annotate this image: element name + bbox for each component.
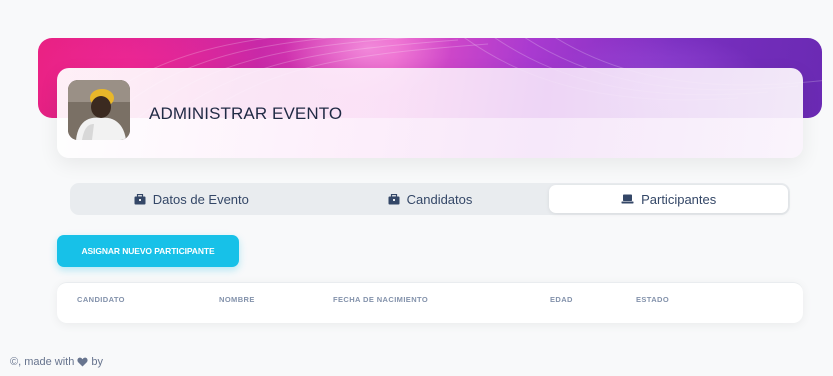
tab-datos-de-evento[interactable]: Datos de Evento [72, 185, 311, 213]
avatar [68, 80, 130, 140]
participants-table: CANDIDATO NOMBRE FECHA DE NACIMIENTO EDA… [57, 282, 803, 323]
footer-suffix: by [91, 356, 103, 368]
tab-label: Participantes [641, 191, 717, 207]
column-header-edad[interactable]: EDAD [550, 295, 573, 304]
tab-participantes[interactable]: Participantes [549, 185, 789, 213]
heart-icon [77, 357, 88, 367]
footer-prefix: ©, made with [10, 356, 75, 368]
briefcase-icon [388, 193, 400, 204]
briefcase-icon [134, 193, 146, 204]
tab-label: Datos de Evento [152, 191, 249, 207]
column-header-fecha-de-nacimiento[interactable]: FECHA DE NACIMIENTO [333, 295, 428, 304]
tab-bar: Datos de Evento Candidatos Participantes [70, 183, 790, 215]
column-header-candidato[interactable]: CANDIDATO [77, 295, 125, 304]
column-header-estado[interactable]: ESTADO [636, 295, 669, 304]
laptop-icon [621, 194, 634, 204]
tab-candidatos[interactable]: Candidatos [311, 185, 550, 213]
footer: ©, made with by [10, 356, 103, 368]
page-title: ADMINISTRAR EVENTO [149, 104, 343, 123]
user-avatar-icon [68, 80, 130, 140]
header-card: ADMINISTRAR EVENTO [57, 68, 803, 158]
column-header-nombre[interactable]: NOMBRE [219, 295, 255, 304]
tab-label: Candidatos [406, 191, 473, 207]
assign-new-participant-button[interactable]: ASIGNAR NUEVO PARTICIPANTE [57, 235, 239, 267]
